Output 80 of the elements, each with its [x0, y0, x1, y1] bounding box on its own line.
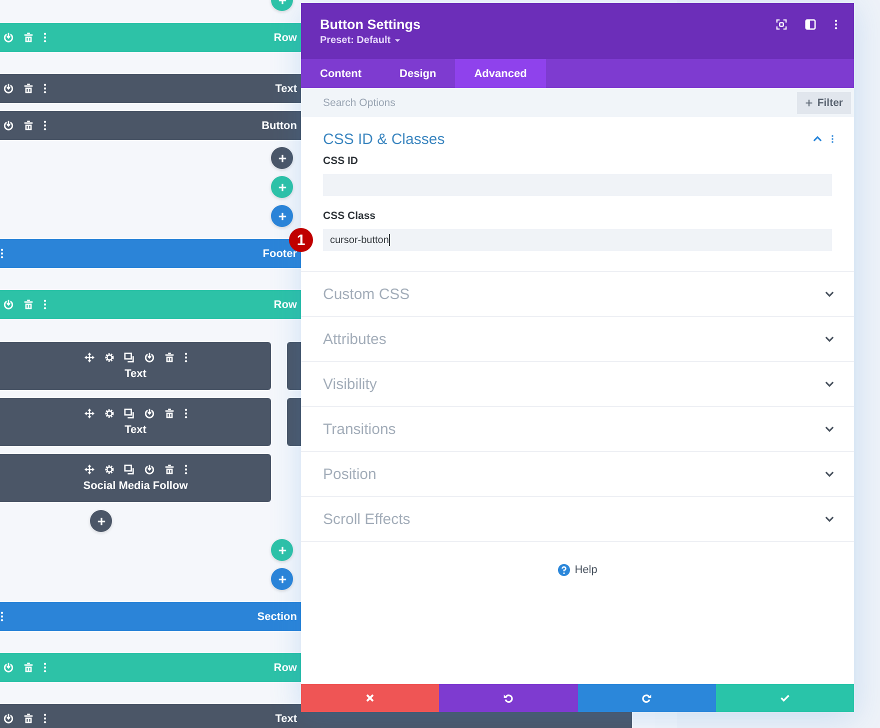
chevron-icon[interactable]: [825, 381, 834, 387]
chevron-icon[interactable]: [825, 471, 834, 477]
settings-tab[interactable]: Content: [301, 59, 381, 88]
more-icon[interactable]: [0, 611, 4, 622]
plus-icon: [278, 546, 286, 554]
settings-icon[interactable]: [104, 464, 114, 475]
bar-label: Row: [274, 32, 298, 44]
more-icon[interactable]: [184, 408, 188, 419]
duplicate-icon[interactable]: [124, 464, 134, 475]
more-icon[interactable]: [831, 134, 834, 144]
bar-label: Text: [275, 82, 298, 94]
add-button[interactable]: [90, 510, 112, 532]
trash-icon[interactable]: [23, 120, 34, 131]
more-icon[interactable]: [43, 83, 47, 94]
duplicate-icon[interactable]: [124, 352, 134, 363]
help-link[interactable]: Help: [558, 564, 598, 576]
field-label: CSS Class: [323, 210, 377, 222]
bar-label: Row: [274, 298, 298, 310]
power-icon[interactable]: [3, 83, 14, 94]
more-icon[interactable]: [43, 713, 47, 724]
caret-icon: [394, 38, 401, 42]
more-icon[interactable]: [834, 18, 838, 30]
add-button[interactable]: [271, 147, 293, 169]
plus-icon: [278, 154, 286, 162]
power-icon[interactable]: [144, 408, 154, 419]
check-icon: [780, 693, 790, 703]
filter-button[interactable]: Filter: [797, 92, 851, 114]
step-badge: 1: [289, 228, 313, 252]
bar-label: Text: [275, 712, 298, 724]
modal-title: Button Settings: [320, 16, 420, 32]
close-icon: [365, 693, 376, 703]
module-label: Text: [124, 368, 146, 380]
more-icon[interactable]: [43, 120, 47, 131]
chevron-icon[interactable]: [825, 516, 834, 522]
move-icon[interactable]: [84, 408, 94, 419]
settings-tab[interactable]: Design: [380, 59, 456, 88]
sidebar-icon[interactable]: [805, 18, 816, 30]
bar-label: Section: [257, 610, 298, 622]
power-icon[interactable]: [144, 464, 154, 475]
move-icon[interactable]: [84, 352, 94, 363]
duplicate-icon[interactable]: [124, 408, 134, 419]
settings-tab[interactable]: Advanced: [455, 59, 546, 88]
settings-icon[interactable]: [104, 352, 114, 363]
section-title[interactable]: CSS ID & Classes: [323, 130, 445, 148]
plus-icon: [805, 98, 814, 106]
fullscreen-icon[interactable]: [776, 18, 787, 30]
trash-icon[interactable]: [23, 83, 34, 94]
more-icon[interactable]: [184, 464, 188, 475]
plus-icon: [278, 182, 286, 192]
trash-icon[interactable]: [164, 352, 174, 363]
trash-icon[interactable]: [164, 464, 174, 475]
bar-label: Button: [262, 120, 298, 132]
more-icon[interactable]: [184, 352, 188, 363]
trash-icon[interactable]: [23, 713, 34, 724]
chevron-icon[interactable]: [825, 336, 834, 342]
power-icon[interactable]: [144, 352, 154, 363]
add-button[interactable]: [271, 205, 293, 227]
trash-icon[interactable]: [164, 408, 174, 419]
more-icon[interactable]: [0, 248, 4, 259]
input-field[interactable]: cursor-button: [323, 229, 832, 251]
move-icon[interactable]: [84, 464, 94, 475]
module-label: Text: [124, 424, 146, 436]
search-field[interactable]: Search Options: [323, 96, 523, 108]
chevron-icon[interactable]: [825, 426, 834, 432]
plus-icon: [278, 212, 286, 220]
preset-dropdown[interactable]: Preset: Default: [320, 34, 420, 46]
power-icon[interactable]: [3, 120, 14, 131]
help-icon: [558, 564, 570, 576]
power-icon[interactable]: [3, 713, 14, 724]
add-button[interactable]: [271, 568, 293, 590]
plus-icon: [278, 574, 286, 584]
field-label: CSS ID: [323, 155, 360, 167]
bar-label: Row: [274, 662, 298, 674]
redo-icon: [642, 693, 652, 703]
chevron-icon[interactable]: [825, 291, 834, 297]
module-label: Social Media Follow: [83, 480, 188, 492]
chevron-icon[interactable]: [813, 136, 822, 142]
plus-icon: [96, 516, 106, 526]
settings-icon[interactable]: [104, 408, 114, 419]
undo-icon: [503, 693, 514, 703]
